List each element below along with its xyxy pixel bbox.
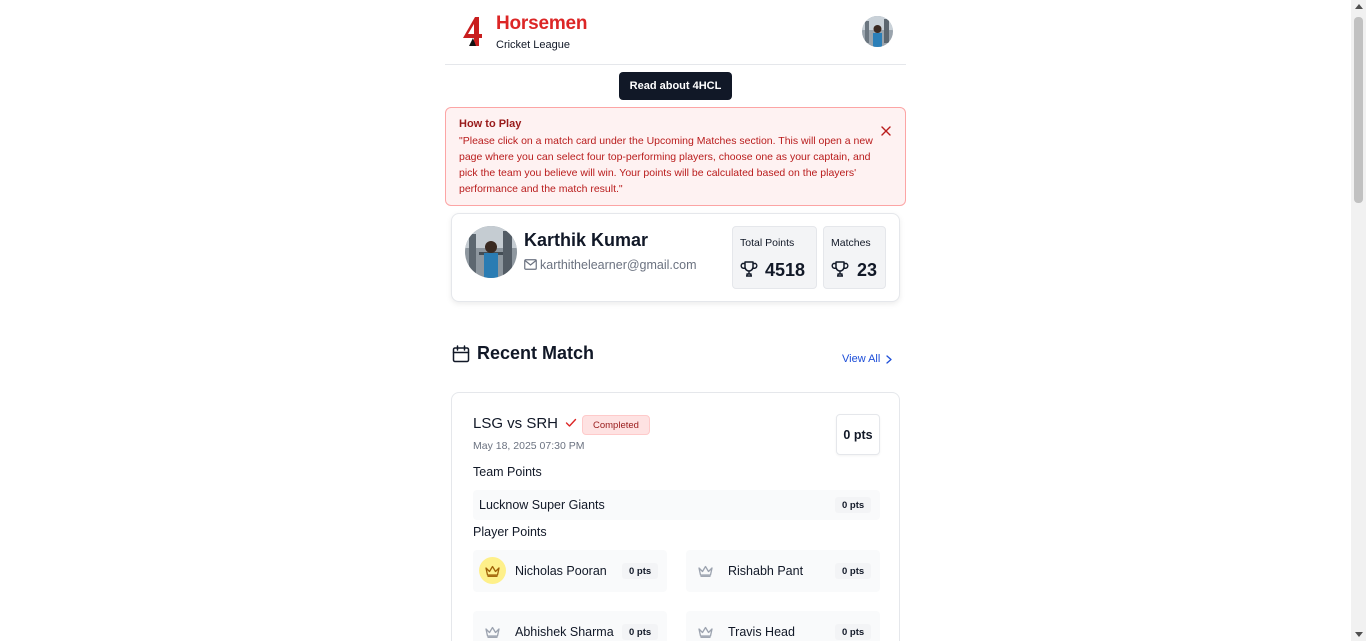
- team-name: Lucknow Super Giants: [479, 498, 605, 512]
- page: Horsemen Cricket League Read about 4HCL …: [445, 0, 906, 641]
- total-points-stat: Total Points 4518: [732, 226, 817, 289]
- user-avatar-icon[interactable]: [862, 16, 893, 47]
- player-points-badge: 0 pts: [622, 563, 659, 579]
- player-card: Rishabh Pant 0 pts: [686, 550, 880, 592]
- player-points-badge: 0 pts: [835, 563, 872, 579]
- page-scrollbar[interactable]: [1351, 0, 1366, 641]
- crown-badge: [479, 618, 506, 641]
- how-to-play-alert: How to Play "Please click on a match car…: [445, 107, 906, 206]
- player-card: Abhishek Sharma 0 pts: [473, 611, 667, 641]
- scroll-thumb[interactable]: [1354, 17, 1363, 203]
- player-points-label: Player Points: [473, 525, 547, 539]
- read-about-button[interactable]: Read about 4HCL: [619, 72, 732, 100]
- mail-icon: [524, 259, 537, 270]
- team-points-label: Team Points: [473, 465, 542, 479]
- crown-badge: [692, 557, 719, 584]
- team-points-badge: 0 pts: [835, 497, 872, 513]
- profile-avatar: [465, 226, 517, 278]
- profile-email: karthithelearner@gmail.com: [540, 258, 697, 272]
- alert-body: "Please click on a match card under the …: [459, 135, 873, 195]
- player-name: Rishabh Pant: [728, 564, 804, 578]
- match-title: LSG vs SRH: [473, 415, 559, 432]
- brand-subtitle: Cricket League: [496, 39, 570, 51]
- scroll-down-arrow-icon[interactable]: [1355, 632, 1363, 637]
- chevron-right-icon: [886, 354, 892, 364]
- alert-title: How to Play: [459, 118, 522, 130]
- trophy-icon: [831, 261, 849, 277]
- profile-card: Karthik Kumar karthithelearner@gmail.com…: [451, 213, 900, 302]
- match-date: May 18, 2025 07:30 PM: [473, 440, 585, 452]
- matches-value: 23: [857, 260, 878, 280]
- player-points-badge: 0 pts: [622, 624, 659, 640]
- trophy-icon: [740, 261, 758, 277]
- match-card[interactable]: LSG vs SRH Completed May 18, 2025 07:30 …: [451, 392, 900, 641]
- player-points-badge: 0 pts: [835, 624, 872, 640]
- close-icon[interactable]: [879, 124, 893, 138]
- view-all-link[interactable]: View All: [842, 353, 892, 365]
- crown-icon: [485, 626, 500, 638]
- status-badge: Completed: [582, 415, 650, 435]
- player-card: Nicholas Pooran 0 pts: [473, 550, 667, 592]
- profile-name: Karthik Kumar: [524, 230, 649, 250]
- stat-label: Total Points: [740, 237, 795, 249]
- section-title: Recent Match: [477, 343, 595, 363]
- player-card: Travis Head 0 pts: [686, 611, 880, 641]
- matches-stat: Matches 23: [823, 226, 886, 289]
- player-name: Nicholas Pooran: [515, 564, 607, 578]
- stat-label: Matches: [831, 237, 871, 249]
- crown-icon: [698, 626, 713, 638]
- player-name: Travis Head: [728, 625, 795, 639]
- scroll-up-arrow-icon[interactable]: [1355, 4, 1363, 9]
- 4-logo-icon[interactable]: [460, 16, 484, 48]
- check-icon: [565, 418, 577, 427]
- team-points-row: Lucknow Super Giants 0 pts: [473, 490, 880, 520]
- match-points: 0 pts: [836, 414, 880, 455]
- brand-title: Horsemen: [496, 13, 588, 34]
- crown-badge: [692, 618, 719, 641]
- crown-icon: [698, 565, 713, 577]
- calendar-icon: [452, 345, 470, 363]
- captain-crown-badge: [479, 557, 506, 584]
- total-points-value: 4518: [765, 260, 806, 280]
- app-header: Horsemen Cricket League: [445, 0, 906, 65]
- view-all-label: View All: [842, 353, 881, 365]
- player-name: Abhishek Sharma: [515, 625, 614, 639]
- crown-icon: [485, 565, 500, 577]
